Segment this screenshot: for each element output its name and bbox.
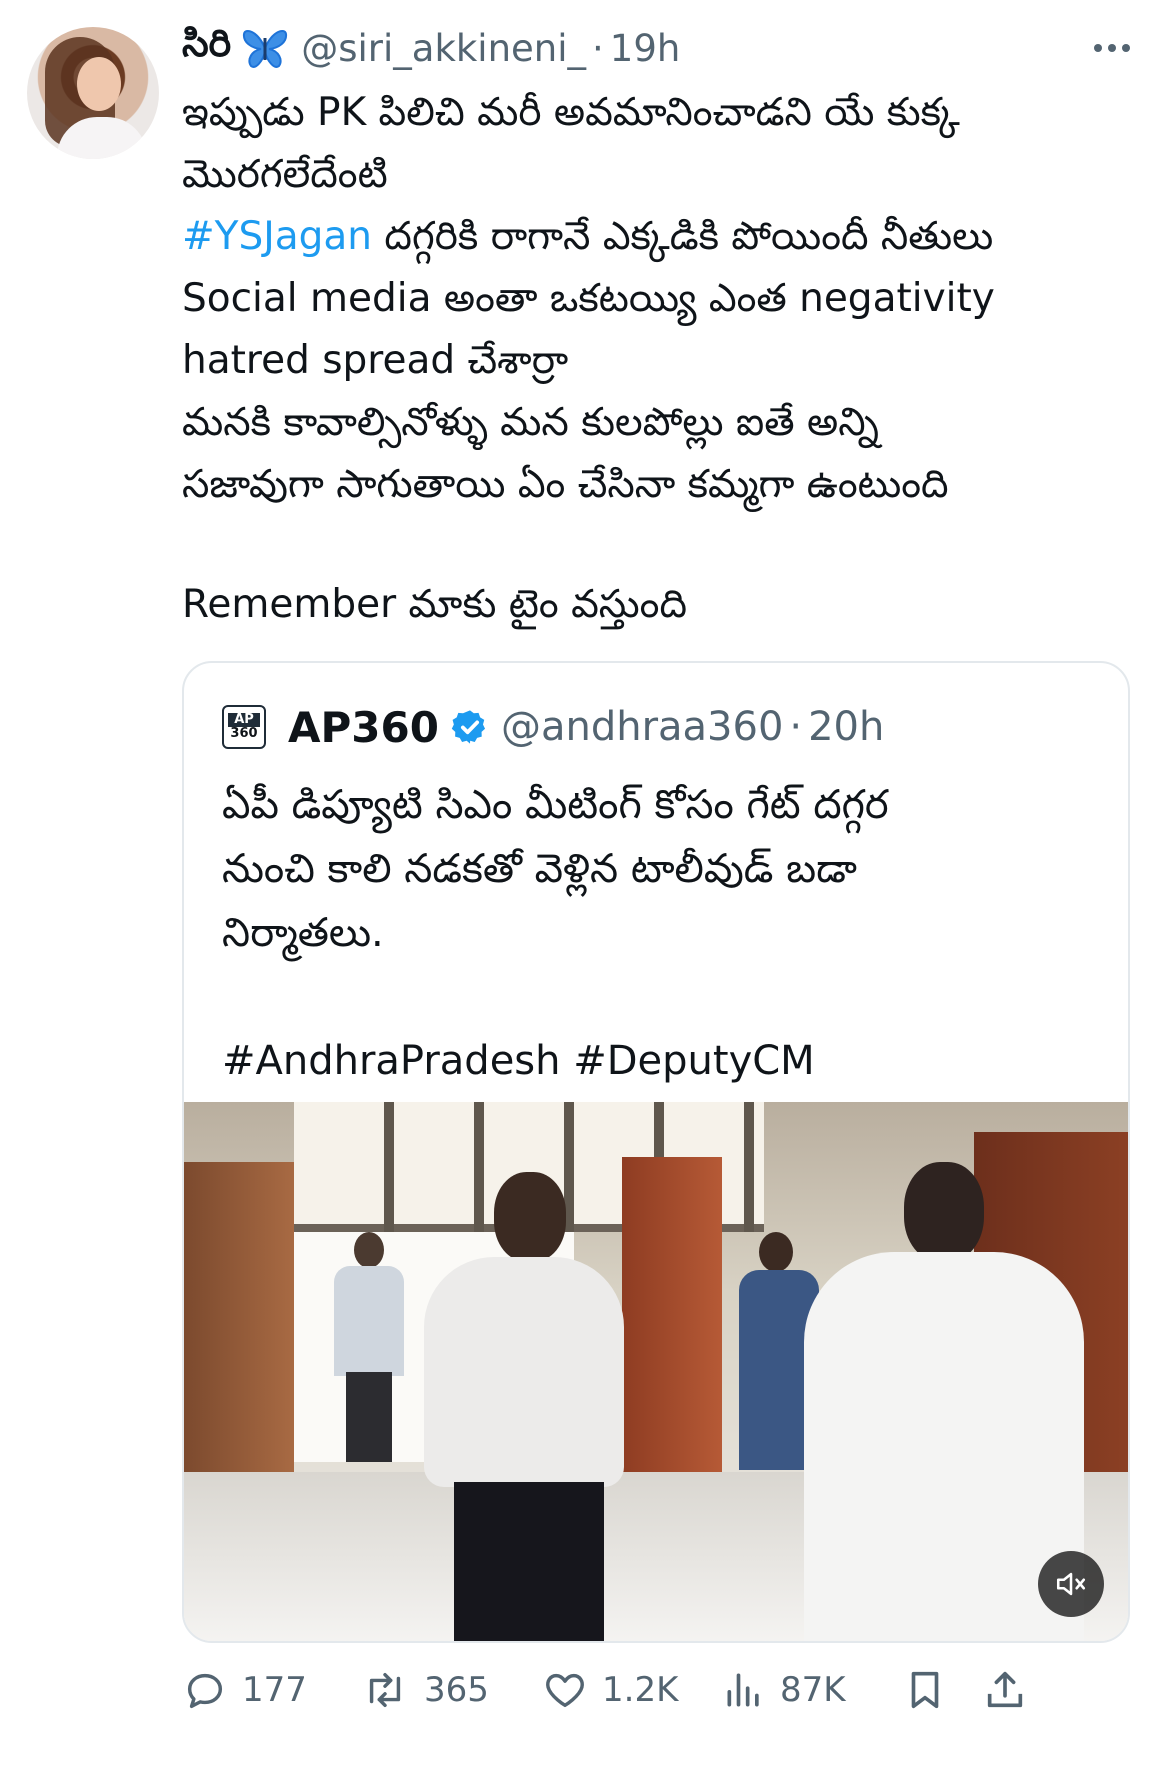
mute-icon[interactable] — [1038, 1551, 1104, 1617]
reply-icon — [182, 1667, 228, 1713]
video-player[interactable] — [184, 1102, 1128, 1641]
share-icon — [982, 1665, 1028, 1715]
quoted-author-name[interactable]: AP360 — [288, 703, 439, 752]
tweet-line: hatred spread చేశార్రా — [182, 338, 569, 383]
quoted-line: ఏపీ డిప్యూటి సిఎం మీటింగ్ కోసం గేట్ దగ్గ… — [222, 782, 889, 828]
tweet-line: Social media అంతా ఒకటయ్యి ఎంత negativity — [182, 276, 995, 321]
views-count: 87K — [780, 1670, 846, 1710]
tweet-line: ఇప్పుడు PK పిలిచి మరీ అవమానించాడని యే కు… — [182, 90, 960, 135]
quoted-avatar[interactable]: AP 360 — [222, 705, 266, 749]
quoted-author-handle[interactable]: @andhraa360 — [501, 704, 783, 750]
share-button[interactable] — [982, 1660, 1028, 1720]
reply-count: 177 — [242, 1670, 307, 1710]
tweet-line: సజావుగా సాగుతాయి ఏం చేసినా కమ్మగా ఉంటుంద… — [182, 462, 949, 507]
tweet-header: సిరి @siri_akkineni_ · 19h — [182, 20, 1142, 76]
author-handle[interactable]: @siri_akkineni_ — [301, 27, 586, 70]
repost-count: 365 — [424, 1670, 489, 1710]
quoted-line: నుంచి కాలి నడకతో వెళ్లిన టాలీవుడ్ బడా — [222, 846, 857, 892]
tweet-time[interactable]: 19h — [610, 27, 681, 70]
more-icon[interactable] — [1082, 28, 1142, 68]
quoted-tweet-text: ఏపీ డిప్యూటి సిఎం మీటింగ్ కోసం గేట్ దగ్గ… — [222, 773, 889, 1093]
bookmark-button[interactable] — [902, 1660, 948, 1720]
quoted-tweet[interactable]: AP 360 AP360 @andhraa360 · 20h ఏపీ డిప్య… — [182, 661, 1130, 1643]
repost-button[interactable]: 365 — [360, 1660, 489, 1720]
tweet-text: ఇప్పుడు PK పిలిచి మరీ అవమానించాడని యే కు… — [182, 82, 1142, 636]
quoted-tweet-time[interactable]: 20h — [808, 704, 884, 750]
reply-button[interactable]: 177 — [182, 1660, 307, 1720]
like-count: 1.2K — [602, 1670, 679, 1710]
author-avatar[interactable] — [27, 27, 159, 159]
logo-text-top: AP — [228, 713, 260, 727]
quoted-line: నిర్మాతలు. — [222, 910, 384, 956]
author-name[interactable]: సిరి — [182, 21, 231, 75]
separator-dot: · — [592, 26, 604, 70]
quoted-tweet-header: AP 360 AP360 @andhraa360 · 20h — [222, 699, 884, 755]
bookmark-icon — [902, 1665, 948, 1715]
hashtag-link[interactable]: #YSJagan — [182, 214, 372, 259]
verified-badge-icon — [451, 708, 489, 746]
repost-icon — [360, 1667, 410, 1713]
views-icon — [722, 1667, 766, 1713]
tweet-line: మొరగలేదేంటి — [182, 152, 388, 197]
tweet-line-rest: దగ్గరికి రాగానే ఎక్కడికి పోయిందీ నీతులు — [372, 214, 994, 259]
tweet: సిరి @siri_akkineni_ · 19h ఇప్పుడు PK పి… — [182, 20, 1142, 636]
views-button[interactable]: 87K — [722, 1660, 846, 1720]
logo-text-bottom: 360 — [230, 726, 258, 741]
tweet-line: Remember మాకు టైం వస్తుంది — [182, 582, 687, 627]
butterfly-emoji-icon — [241, 26, 289, 70]
tweet-actions: 177 365 1.2K 87K — [182, 1660, 1130, 1720]
tweet-line: #YSJagan దగ్గరికి రాగానే ఎక్కడికి పోయింద… — [182, 206, 1142, 268]
quoted-hashtags[interactable]: #AndhraPradesh #DeputyCM — [222, 1029, 889, 1093]
separator-dot: · — [789, 704, 803, 750]
like-button[interactable]: 1.2K — [542, 1660, 678, 1720]
like-icon — [542, 1667, 588, 1713]
tweet-line: మనకి కావాల్సినోళ్ళు మన కులపోల్లు ఐతే అన్… — [182, 400, 879, 445]
